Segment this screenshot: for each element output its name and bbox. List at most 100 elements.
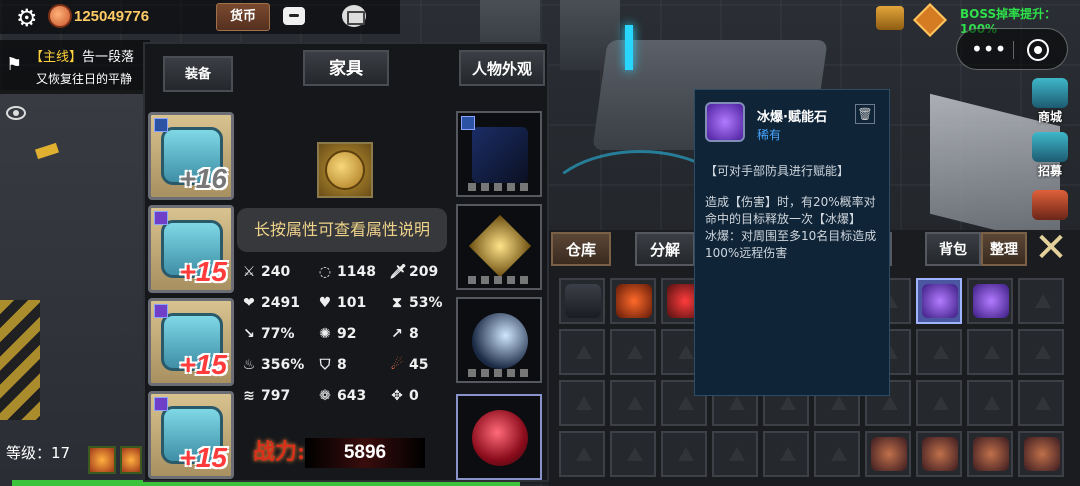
equip-slot-hands[interactable]: +15: [148, 298, 234, 386]
recruit-icon: [1032, 132, 1068, 162]
equipment-panel: 装备 家具 人物外观 +16 +15 +15 +15 长按属性可查看属性说明 ⚔…: [143, 42, 549, 482]
inventory-slot[interactable]: [1018, 329, 1064, 375]
inventory-slot[interactable]: [916, 431, 962, 477]
item-desc-target: 【可对手部防具进行赋能】: [705, 164, 850, 178]
claw-icon: ≋: [243, 388, 255, 404]
relic-slot[interactable]: [456, 204, 542, 290]
tab-bag[interactable]: 背包: [925, 232, 981, 266]
stat-value: 643: [337, 388, 367, 404]
stat-item[interactable]: ↗ 8: [389, 326, 419, 342]
close-icon[interactable]: ✕: [1028, 228, 1074, 268]
tab-warehouse[interactable]: 仓库: [551, 232, 611, 266]
inventory-slot[interactable]: [916, 329, 962, 375]
close-target-icon[interactable]: [1027, 39, 1049, 61]
inventory-slot[interactable]: [712, 431, 758, 477]
gear-icon[interactable]: ⚙: [16, 6, 40, 30]
side-button[interactable]: [1024, 190, 1076, 220]
stat-value: 1148: [337, 264, 376, 280]
stat-value: 0: [409, 388, 419, 404]
quest-title: 【主线】告一段落: [30, 46, 134, 65]
neon-light: [625, 25, 633, 70]
weapon-slot[interactable]: [456, 111, 542, 197]
stat-item[interactable]: ↘ 77%: [241, 326, 294, 342]
mail-icon[interactable]: [342, 5, 366, 27]
stat-item[interactable]: ❤ 2491: [241, 295, 300, 311]
paw-icon: ✺: [319, 326, 331, 342]
stat-item[interactable]: ✺ 92: [317, 326, 356, 342]
shield-icon: ⛉: [319, 357, 331, 373]
inventory-slot[interactable]: [559, 431, 605, 477]
stat-hint-tooltip: 长按属性可查看属性说明: [237, 208, 447, 252]
stat-value: 209: [409, 264, 439, 280]
inventory-slot[interactable]: [559, 329, 605, 375]
inventory-slot[interactable]: [865, 431, 911, 477]
inventory-slot[interactable]: [967, 329, 1013, 375]
stat-item[interactable]: ◌ 1148: [317, 264, 376, 280]
inventory-item-icon: [1024, 437, 1060, 471]
quest-tracker[interactable]: ⚑ 【主线】告一段落 又恢复往日的平静: [0, 40, 150, 94]
stat-item[interactable]: ☄ 45: [389, 357, 429, 373]
enhance-level: +15: [179, 256, 228, 287]
inventory-slot[interactable]: [610, 380, 656, 426]
stat-item[interactable]: ✥ 0: [389, 388, 419, 404]
inventory-slot[interactable]: [967, 380, 1013, 426]
inventory-slot[interactable]: [1018, 431, 1064, 477]
skill-icon[interactable]: [120, 446, 142, 474]
stat-item[interactable]: ⧗ 53%: [389, 295, 442, 311]
inventory-slot[interactable]: [610, 329, 656, 375]
inventory-slot[interactable]: [661, 431, 707, 477]
inventory-slot[interactable]: [916, 380, 962, 426]
inventory-item-icon: [565, 284, 601, 318]
chat-icon[interactable]: [283, 7, 305, 25]
stat-item[interactable]: ❁ 643: [317, 388, 366, 404]
sort-button[interactable]: 整理: [981, 232, 1027, 266]
more-icon[interactable]: •••: [971, 39, 1006, 59]
currency-button[interactable]: 货币: [216, 3, 270, 31]
event-icon: [1032, 190, 1068, 220]
hourglass-icon: ⧗: [392, 295, 402, 311]
inventory-slot[interactable]: [1018, 278, 1064, 324]
gem-slot[interactable]: [456, 394, 542, 480]
tab-appearance[interactable]: 人物外观: [459, 50, 545, 86]
flame-icon: ♨: [242, 357, 256, 373]
stat-item[interactable]: 🗡 209: [389, 264, 438, 280]
eye-icon[interactable]: [6, 106, 26, 120]
equip-slot-body[interactable]: +15: [148, 205, 234, 293]
item-rarity: 稀有: [757, 128, 782, 142]
inventory-slot[interactable]: [967, 431, 1013, 477]
blade-slot[interactable]: [456, 297, 542, 383]
power-value: 5896: [305, 438, 425, 468]
medal-slot[interactable]: [317, 142, 373, 198]
tab-salvage[interactable]: 分解: [635, 232, 695, 266]
rarity-badge: [154, 397, 168, 411]
equip-slot-head[interactable]: +16: [148, 112, 234, 200]
inventory-item-icon: [973, 437, 1009, 471]
recruit-button[interactable]: 招募: [1024, 132, 1076, 179]
stat-item[interactable]: ≋ 797: [241, 388, 290, 404]
inventory-slot[interactable]: [814, 431, 860, 477]
treasure-icon[interactable]: [876, 6, 904, 30]
skill-icon[interactable]: [88, 446, 116, 474]
tab-furniture[interactable]: 家具: [303, 50, 389, 86]
inventory-slot[interactable]: [559, 278, 605, 324]
blade-icon: [472, 313, 528, 369]
inventory-slot[interactable]: [559, 380, 605, 426]
inventory-slot[interactable]: [763, 431, 809, 477]
stat-item[interactable]: ♨ 356%: [241, 357, 305, 373]
stat-item[interactable]: ⚔ 240: [241, 264, 291, 280]
stat-item[interactable]: ⛉ 8: [317, 357, 347, 373]
inventory-slot[interactable]: [967, 278, 1013, 324]
inventory-slot[interactable]: [610, 431, 656, 477]
inventory-slot[interactable]: [916, 278, 962, 324]
power-label: 战力:: [253, 439, 306, 465]
inventory-slot[interactable]: [610, 278, 656, 324]
recruit-label: 招募: [1037, 164, 1062, 178]
sword-cross-icon: ⚔: [242, 264, 256, 280]
mini-program-capsule: •••: [956, 28, 1068, 70]
inventory-slot[interactable]: [1018, 380, 1064, 426]
stat-item[interactable]: ♥ 101: [317, 295, 367, 311]
trash-icon[interactable]: 🗑: [855, 104, 875, 124]
tab-equip[interactable]: 装备: [163, 56, 233, 92]
equip-slot-legs[interactable]: +15: [148, 391, 234, 479]
shop-button[interactable]: 商城: [1024, 78, 1076, 125]
